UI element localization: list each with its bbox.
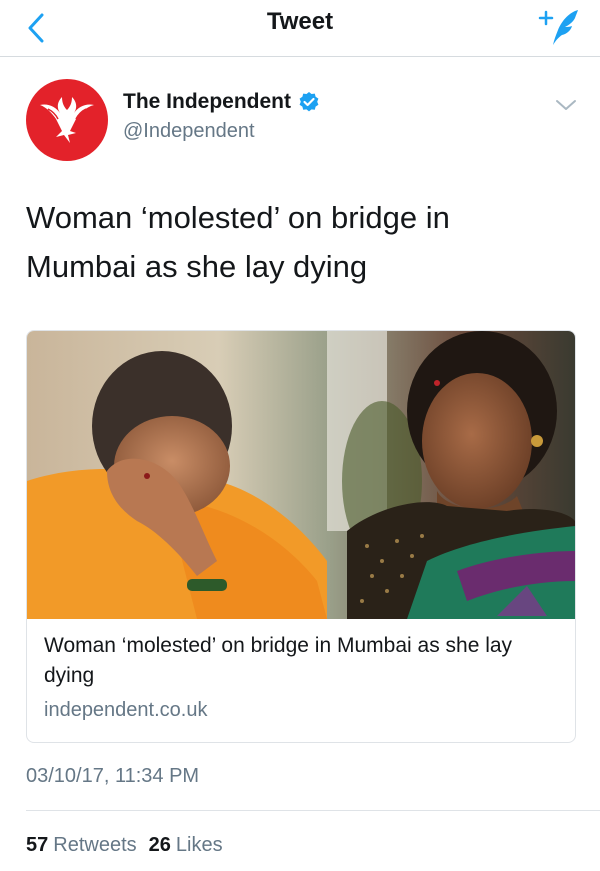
divider xyxy=(26,810,600,811)
likes-count: 26 xyxy=(148,834,171,856)
tweet-stats: 57 Retweets 26 Likes xyxy=(26,832,223,858)
compose-tweet-button[interactable] xyxy=(534,4,586,50)
tweet-header: The Independent @Independent xyxy=(0,57,600,177)
verified-badge-icon xyxy=(299,92,319,112)
likes-label: Likes xyxy=(175,834,223,856)
navigation-bar: Tweet xyxy=(0,0,600,57)
retweets-stat[interactable]: 57 Retweets xyxy=(26,832,137,858)
avatar[interactable] xyxy=(26,79,108,161)
compose-tweet-icon xyxy=(538,10,578,45)
user-name[interactable]: The Independent xyxy=(123,89,320,115)
user-handle[interactable]: @Independent xyxy=(123,119,255,143)
card-title: Woman ‘molested’ on bridge in Mumbai as … xyxy=(44,634,513,687)
page-title: Tweet xyxy=(266,8,334,35)
card-domain: independent.co.uk xyxy=(44,699,208,721)
eagle-logo-icon xyxy=(40,97,94,143)
likes-stat[interactable]: 26 Likes xyxy=(149,832,223,858)
chevron-down-icon[interactable] xyxy=(554,97,578,113)
retweets-label: Retweets xyxy=(53,834,137,856)
user-name-text: The Independent xyxy=(123,90,291,113)
tweet-text: Woman ‘molested’ on bridge in Mumbai as … xyxy=(26,200,450,284)
card-image xyxy=(27,331,575,619)
link-card[interactable]: Woman ‘molested’ on bridge in Mumbai as … xyxy=(26,330,576,743)
retweets-count: 57 xyxy=(26,834,49,856)
tweet-timestamp: 03/10/17, 11:34 PM xyxy=(26,765,200,787)
